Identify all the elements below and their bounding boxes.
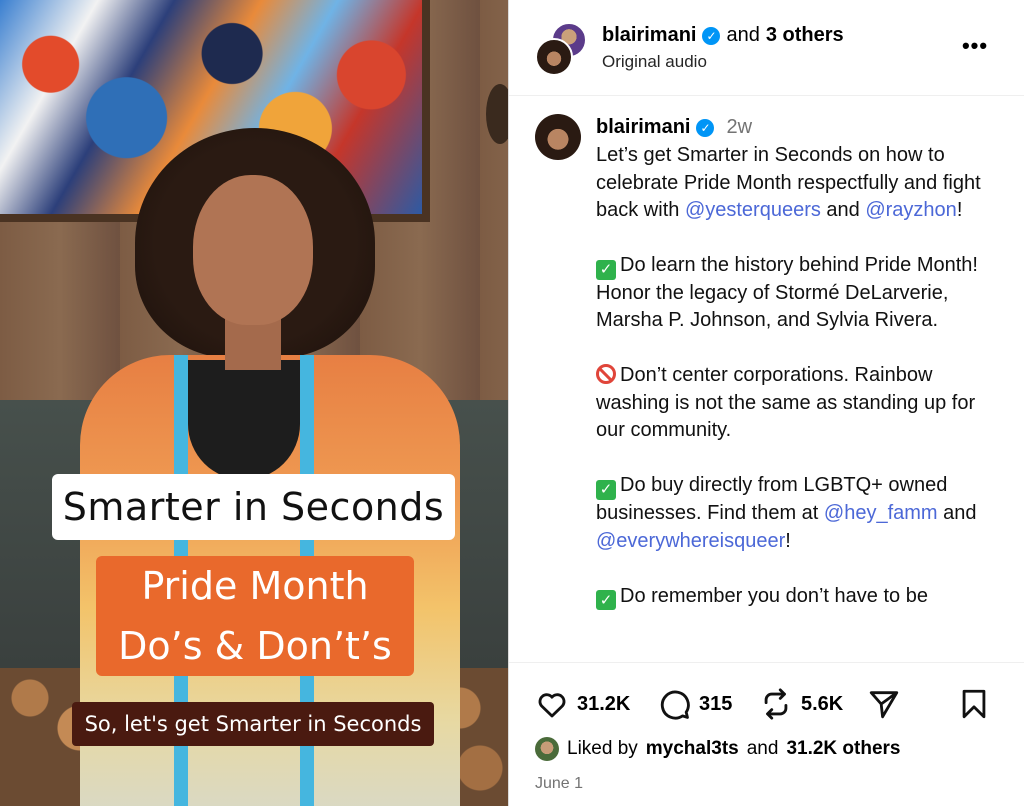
caption-text-span: and — [937, 502, 977, 524]
person-shirt — [188, 360, 300, 480]
wall-decoration — [486, 84, 508, 144]
post-date[interactable]: June 1 — [535, 775, 583, 793]
liked-by-user-link[interactable]: mychal3ts — [646, 738, 739, 760]
caption-text-span: and — [820, 199, 866, 221]
caption-header: blairimani ✓ 2w — [596, 116, 752, 139]
like-action[interactable]: 31.2K — [535, 687, 630, 721]
caption-scroll-area[interactable]: blairimani ✓ 2w Let’s get Smarter in Sec… — [509, 96, 1024, 662]
more-options-icon[interactable]: ••• — [961, 32, 989, 60]
collab-avatars[interactable] — [535, 22, 589, 76]
collab-avatar-front — [535, 38, 573, 76]
comment-count[interactable]: 315 — [699, 693, 732, 716]
liked-by-prefix: Liked by — [567, 738, 638, 759]
caption-text-span: Don’t center corporations. Rainbow washi… — [596, 364, 976, 442]
caption-text-span: Do learn the history behind Pride Month!… — [596, 254, 978, 332]
post-panel: blairimani ✓ and 3 others Original audio… — [508, 0, 1024, 806]
repost-action[interactable]: 5.6K — [759, 687, 843, 721]
save-action[interactable] — [957, 687, 991, 721]
caption-paragraph-do-buy: ✓ Do buy directly from LGBTQ+ owned busin… — [596, 472, 1006, 555]
caption-text-span: ! — [956, 199, 963, 221]
check-mark-icon: ✓ — [596, 480, 616, 500]
caption-text-span: Do remember you don’t have to be — [620, 584, 928, 607]
verified-badge-icon: ✓ — [696, 118, 715, 137]
like-count[interactable]: 31.2K — [577, 693, 630, 716]
comment-icon[interactable] — [657, 687, 691, 721]
video-topic-line-1: Pride Month — [141, 564, 369, 608]
check-mark-icon: ✓ — [596, 590, 616, 611]
video-subtitle: So, let's get Smarter in Seconds — [72, 702, 434, 746]
video-topic-overlay: Pride Month Do’s & Don’t’s — [96, 556, 414, 676]
caption-paragraph-do-remember: ✓ Do remember you don’t have to be — [596, 583, 1006, 611]
reel-video[interactable]: Smarter in Seconds Pride Month Do’s & Do… — [0, 0, 508, 806]
video-title-overlay: Smarter in Seconds — [52, 474, 455, 540]
caption-username-link[interactable]: blairimani — [596, 116, 690, 139]
repost-icon[interactable] — [759, 687, 793, 721]
mention-link[interactable]: @hey_famm — [824, 502, 938, 524]
caption-text: Let’s get Smarter in Seconds on how to c… — [596, 142, 1006, 638]
send-icon[interactable] — [867, 687, 901, 721]
heart-icon[interactable] — [535, 687, 569, 721]
mention-link[interactable]: @rayzhon — [865, 199, 956, 221]
liked-by-others-link[interactable]: 31.2K others — [786, 738, 900, 760]
caption-paragraph-dont-corporations: Don’t center corporations. Rainbow washi… — [596, 362, 1006, 445]
verified-badge-icon: ✓ — [702, 26, 721, 45]
post-header: blairimani ✓ and 3 others Original audio… — [509, 0, 1024, 96]
repost-count[interactable]: 5.6K — [801, 693, 843, 716]
collab-and-text: and — [726, 24, 760, 46]
liker-avatar[interactable] — [535, 737, 559, 761]
collab-others-link[interactable]: 3 others — [766, 24, 844, 47]
video-topic-line-2: Do’s & Don’t’s — [118, 624, 392, 668]
author-username-link[interactable]: blairimani — [602, 24, 696, 47]
liked-by-and: and — [746, 738, 779, 759]
share-action[interactable] — [867, 687, 901, 721]
post-actions: 31.2K 315 5.6K Liked by mychal3ts and 31… — [509, 662, 1024, 806]
person-face — [193, 175, 313, 325]
caption-avatar[interactable] — [535, 114, 581, 160]
liked-by-row: Liked by mychal3ts and 31.2K others — [535, 737, 900, 761]
caption-paragraph-intro: Let’s get Smarter in Seconds on how to c… — [596, 142, 1006, 225]
original-audio-link[interactable]: Original audio — [602, 52, 707, 72]
caption-text-span: ! — [785, 529, 791, 552]
post-authors: blairimani ✓ and 3 others — [602, 24, 844, 47]
check-mark-icon: ✓ — [596, 259, 616, 280]
caption-paragraph-do-history: ✓ Do learn the history behind Pride Month… — [596, 252, 1006, 335]
mention-link[interactable]: @yesterqueers — [685, 199, 821, 221]
caption-timestamp[interactable]: 2w — [726, 116, 752, 139]
comment-action[interactable]: 315 — [657, 687, 732, 721]
prohibited-icon — [596, 364, 616, 385]
mention-link[interactable]: @everywhereisqueer — [596, 530, 785, 552]
bookmark-icon[interactable] — [957, 687, 991, 721]
